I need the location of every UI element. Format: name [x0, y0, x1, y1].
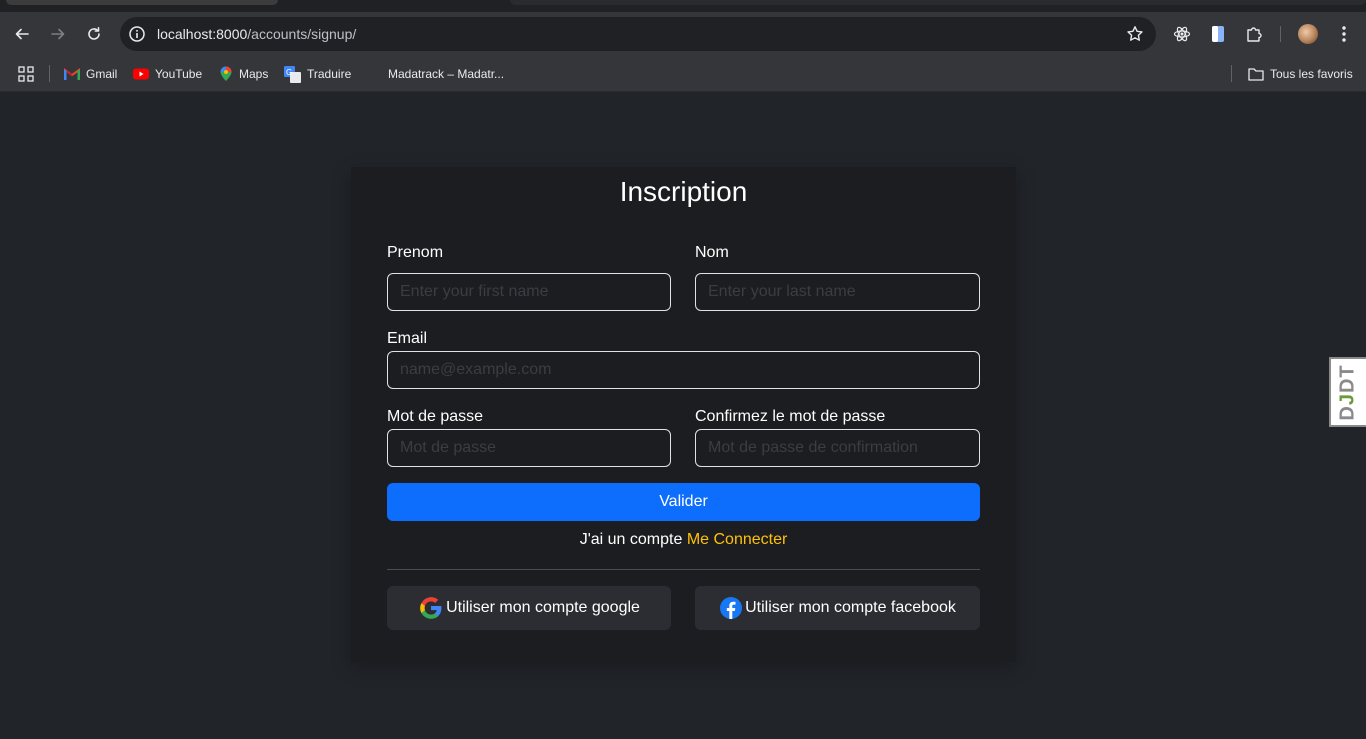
url-path: /accounts/signup/: [247, 26, 357, 42]
back-arrow-icon: [15, 28, 29, 40]
email-input[interactable]: [387, 351, 980, 389]
have-account-line: J'ai un compte Me Connecter: [351, 531, 1016, 549]
folder-icon: [1248, 68, 1264, 81]
page-content: Inscription Prenom Nom Email Mot de pass…: [0, 92, 1366, 739]
site-icon: [368, 68, 380, 80]
toolbar-separator: [1280, 26, 1281, 42]
submit-button[interactable]: Valider: [387, 483, 980, 521]
browser-tab-active[interactable]: [510, 0, 1366, 5]
browser-tab[interactable]: [6, 0, 278, 5]
reload-icon: [88, 27, 100, 40]
svg-text:G: G: [286, 68, 292, 77]
bookmarks-separator: [1231, 65, 1232, 82]
translate-icon: G: [284, 65, 301, 83]
forward-arrow-icon: [51, 28, 65, 40]
debug-toolbar-label: DJDT: [1337, 364, 1360, 420]
tab-strip: [0, 0, 1366, 12]
djdt-j: J: [1337, 392, 1359, 405]
facebook-icon: [720, 597, 743, 619]
last-name-input[interactable]: [695, 273, 980, 311]
password-input[interactable]: [387, 429, 671, 467]
login-link[interactable]: Me Connecter: [687, 531, 788, 548]
debug-toolbar-handle[interactable]: DJDT: [1329, 357, 1366, 427]
bookmark-star-icon[interactable]: [1126, 25, 1144, 43]
youtube-icon: [133, 68, 149, 80]
all-bookmarks-label: Tous les favoris: [1270, 67, 1353, 81]
bookmark-madatrack[interactable]: Madatrack – Madatr...: [366, 64, 504, 84]
apps-grid-icon: [18, 66, 34, 82]
kebab-menu-icon[interactable]: [1334, 24, 1354, 44]
back-button[interactable]: [10, 22, 34, 46]
bookmark-maps[interactable]: Maps: [219, 64, 268, 84]
bookmark-label: Madatrack – Madatr...: [388, 67, 505, 81]
profile-avatar[interactable]: [1298, 24, 1318, 44]
url-text[interactable]: localhost:8000/accounts/signup/: [157, 26, 356, 42]
google-login-label: Utiliser mon compte google: [446, 599, 640, 616]
extensions-puzzle-icon[interactable]: [1244, 24, 1264, 44]
first-name-input[interactable]: [387, 273, 671, 311]
address-bar[interactable]: localhost:8000/accounts/signup/: [120, 17, 1156, 51]
reload-button[interactable]: [82, 22, 106, 46]
djdt-dt: DT: [1337, 363, 1359, 393]
site-info-icon[interactable]: [128, 25, 146, 43]
email-label: Email: [387, 330, 428, 347]
react-devtools-icon[interactable]: [1172, 24, 1192, 44]
bookmark-label: Maps: [239, 67, 269, 81]
bookmark-gmail[interactable]: Gmail: [64, 64, 117, 84]
google-login-button[interactable]: Utiliser mon compte google: [387, 586, 671, 630]
gmail-icon: [64, 68, 80, 80]
djdt-d: D: [1337, 404, 1359, 421]
url-host: localhost:8000: [157, 26, 248, 42]
password-label: Mot de passe: [387, 408, 484, 425]
bookmarks-separator: [49, 65, 50, 82]
bookmark-label: YouTube: [155, 67, 203, 81]
forward-button[interactable]: [46, 22, 70, 46]
extension-docs-icon[interactable]: [1208, 24, 1228, 44]
page-title: Inscription: [619, 176, 748, 207]
facebook-login-button[interactable]: Utiliser mon compte facebook: [695, 586, 980, 630]
password-confirm-label: Confirmez le mot de passe: [695, 408, 886, 425]
last-name-label: Nom: [695, 244, 729, 261]
browser-toolbar: localhost:8000/accounts/signup/: [0, 12, 1366, 56]
divider: [387, 569, 980, 570]
bookmark-label: Traduire: [307, 67, 352, 81]
facebook-login-label: Utiliser mon compte facebook: [745, 599, 956, 616]
bookmark-youtube[interactable]: YouTube: [133, 64, 202, 84]
password-confirm-input[interactable]: [695, 429, 980, 467]
google-icon: [420, 597, 442, 619]
first-name-label: Prenom: [387, 244, 444, 261]
apps-grid-button[interactable]: [18, 64, 34, 84]
have-account-text: J'ai un compte: [579, 531, 683, 548]
bookmark-label: Gmail: [86, 67, 118, 81]
bookmarks-bar: Gmail YouTube Maps G Traduire Madatrack …: [0, 56, 1366, 92]
bookmark-translate[interactable]: G Traduire: [284, 64, 351, 84]
all-bookmarks-button[interactable]: Tous les favoris: [1248, 64, 1353, 84]
maps-icon: [220, 66, 232, 81]
signup-card: Inscription Prenom Nom Email Mot de pass…: [351, 167, 1016, 662]
